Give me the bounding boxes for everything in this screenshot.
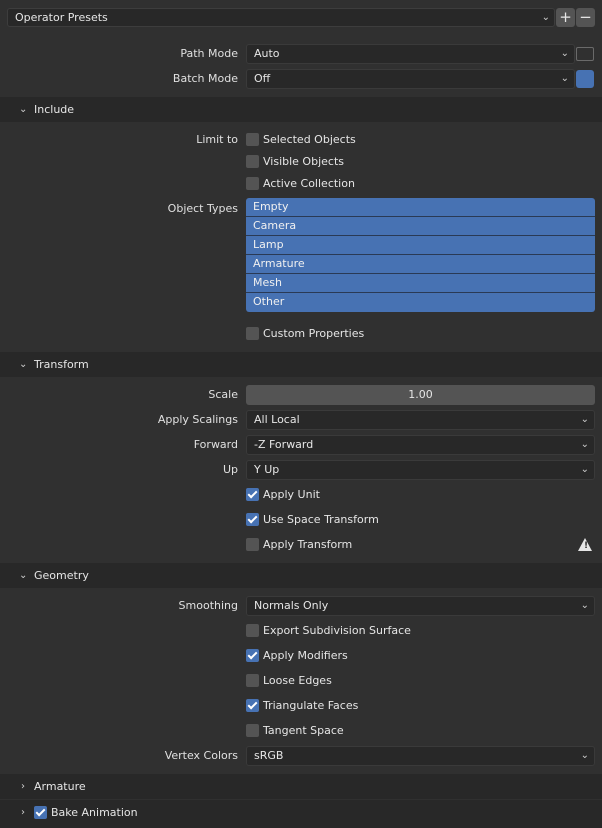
- path-mode-label: Path Mode: [180, 47, 238, 60]
- bake-animation-title: Bake Animation: [51, 806, 138, 819]
- armature-section-header[interactable]: › Armature: [0, 774, 602, 799]
- operator-presets-dropdown[interactable]: Operator Presets ⌄: [7, 8, 555, 27]
- path-mode-value: Auto: [254, 47, 280, 60]
- chevron-down-icon: ⌄: [541, 12, 550, 23]
- include-title: Include: [34, 103, 75, 116]
- armature-title: Armature: [34, 780, 86, 793]
- embed-textures-icon[interactable]: [576, 47, 594, 61]
- include-section-header[interactable]: ⌄ Include: [0, 97, 602, 122]
- up-dropdown[interactable]: Y Up ⌄: [246, 460, 595, 480]
- checkbox-box: [246, 699, 259, 712]
- apply-scalings-label: Apply Scalings: [157, 413, 238, 426]
- object-type-empty[interactable]: Empty: [246, 198, 595, 217]
- tangent-space-checkbox[interactable]: Tangent Space: [246, 724, 344, 740]
- chevron-down-icon: ⌄: [580, 600, 589, 611]
- use-space-transform-checkbox[interactable]: Use Space Transform: [246, 513, 379, 529]
- smoothing-label: Smoothing: [178, 599, 238, 612]
- custom-properties-label: Custom Properties: [263, 327, 365, 340]
- checkbox-box: [246, 538, 259, 551]
- apply-modifiers-checkbox[interactable]: Apply Modifiers: [246, 649, 348, 665]
- object-type-camera[interactable]: Camera: [246, 217, 595, 236]
- checkbox-box: [246, 513, 259, 526]
- checkbox-box: [246, 155, 259, 168]
- geometry-section-header[interactable]: ⌄ Geometry: [0, 563, 602, 588]
- scale-label: Scale: [208, 388, 238, 401]
- bake-animation-checkbox[interactable]: [34, 806, 47, 819]
- geometry-title: Geometry: [34, 569, 89, 582]
- active-collection-checkbox[interactable]: Active Collection: [246, 177, 355, 193]
- chevron-right-icon: ›: [21, 781, 25, 792]
- chevron-down-icon: ⌄: [560, 48, 569, 59]
- loose-edges-label: Loose Edges: [263, 674, 332, 687]
- chevron-down-icon: ⌄: [580, 414, 589, 425]
- transform-title: Transform: [34, 358, 89, 371]
- vertex-colors-dropdown[interactable]: sRGB ⌄: [246, 746, 595, 766]
- chevron-down-icon: ⌄: [19, 104, 28, 115]
- selected-objects-label: Selected Objects: [263, 133, 356, 146]
- chevron-down-icon: ⌄: [580, 439, 589, 450]
- use-space-transform-label: Use Space Transform: [263, 513, 379, 526]
- export-subdivision-checkbox[interactable]: Export Subdivision Surface: [246, 624, 411, 640]
- object-type-lamp[interactable]: Lamp: [246, 236, 595, 255]
- object-type-armature[interactable]: Armature: [246, 255, 595, 274]
- vertex-colors-label: Vertex Colors: [164, 749, 238, 762]
- path-mode-dropdown[interactable]: Auto ⌄: [246, 44, 575, 64]
- remove-preset-button[interactable]: −: [576, 8, 595, 27]
- checkbox-box: [246, 327, 259, 340]
- apply-scalings-dropdown[interactable]: All Local ⌄: [246, 410, 595, 430]
- operator-presets-label: Operator Presets: [15, 11, 108, 24]
- chevron-down-icon: ⌄: [19, 570, 28, 581]
- forward-label: Forward: [193, 438, 238, 451]
- apply-transform-label: Apply Transform: [263, 538, 353, 551]
- add-preset-button[interactable]: +: [556, 8, 575, 27]
- apply-unit-checkbox[interactable]: Apply Unit: [246, 488, 320, 504]
- forward-dropdown[interactable]: -Z Forward ⌄: [246, 435, 595, 455]
- chevron-down-icon: ⌄: [19, 359, 28, 370]
- warning-exclamation: !: [584, 541, 589, 551]
- batch-mode-value: Off: [254, 72, 271, 85]
- checkbox-box: [246, 133, 259, 146]
- new-folder-icon[interactable]: [576, 70, 594, 88]
- batch-mode-dropdown[interactable]: Off ⌄: [246, 69, 575, 89]
- bake-animation-section-header[interactable]: › Bake Animation: [0, 800, 602, 828]
- apply-modifiers-label: Apply Modifiers: [263, 649, 348, 662]
- forward-value: -Z Forward: [254, 438, 314, 451]
- selected-objects-checkbox[interactable]: Selected Objects: [246, 133, 356, 149]
- checkbox-box: [246, 488, 259, 501]
- chevron-down-icon: ⌄: [560, 73, 569, 84]
- chevron-right-icon: ›: [21, 807, 25, 818]
- up-label: Up: [222, 463, 238, 476]
- triangulate-faces-checkbox[interactable]: Triangulate Faces: [246, 699, 358, 715]
- checkbox-box: [246, 674, 259, 687]
- transform-section-header[interactable]: ⌄ Transform: [0, 352, 602, 377]
- checkbox-box: [246, 177, 259, 190]
- triangulate-faces-label: Triangulate Faces: [263, 699, 359, 712]
- smoothing-dropdown[interactable]: Normals Only ⌄: [246, 596, 595, 616]
- loose-edges-checkbox[interactable]: Loose Edges: [246, 674, 332, 690]
- scale-field[interactable]: 1.00: [246, 385, 595, 405]
- object-type-other[interactable]: Other: [246, 293, 595, 312]
- limit-to-label: Limit to: [196, 133, 238, 146]
- visible-objects-label: Visible Objects: [263, 155, 344, 168]
- custom-properties-checkbox[interactable]: Custom Properties: [246, 327, 364, 343]
- object-types-label: Object Types: [167, 202, 238, 215]
- checkbox-box: [246, 724, 259, 737]
- vertex-colors-value: sRGB: [254, 749, 284, 762]
- checkbox-box: [246, 649, 259, 662]
- apply-scalings-value: All Local: [254, 413, 300, 426]
- active-collection-label: Active Collection: [263, 177, 355, 190]
- chevron-down-icon: ⌄: [580, 750, 589, 761]
- object-type-mesh[interactable]: Mesh: [246, 274, 595, 293]
- checkbox-box: [246, 624, 259, 637]
- batch-mode-label: Batch Mode: [172, 72, 238, 85]
- chevron-down-icon: ⌄: [580, 464, 589, 475]
- apply-unit-label: Apply Unit: [263, 488, 320, 501]
- object-types-list: Empty Camera Lamp Armature Mesh Other: [246, 198, 595, 312]
- export-subdivision-label: Export Subdivision Surface: [263, 624, 411, 637]
- smoothing-value: Normals Only: [254, 599, 329, 612]
- visible-objects-checkbox[interactable]: Visible Objects: [246, 155, 344, 171]
- tangent-space-label: Tangent Space: [263, 724, 344, 737]
- apply-transform-checkbox[interactable]: Apply Transform: [246, 538, 352, 554]
- up-value: Y Up: [254, 463, 280, 476]
